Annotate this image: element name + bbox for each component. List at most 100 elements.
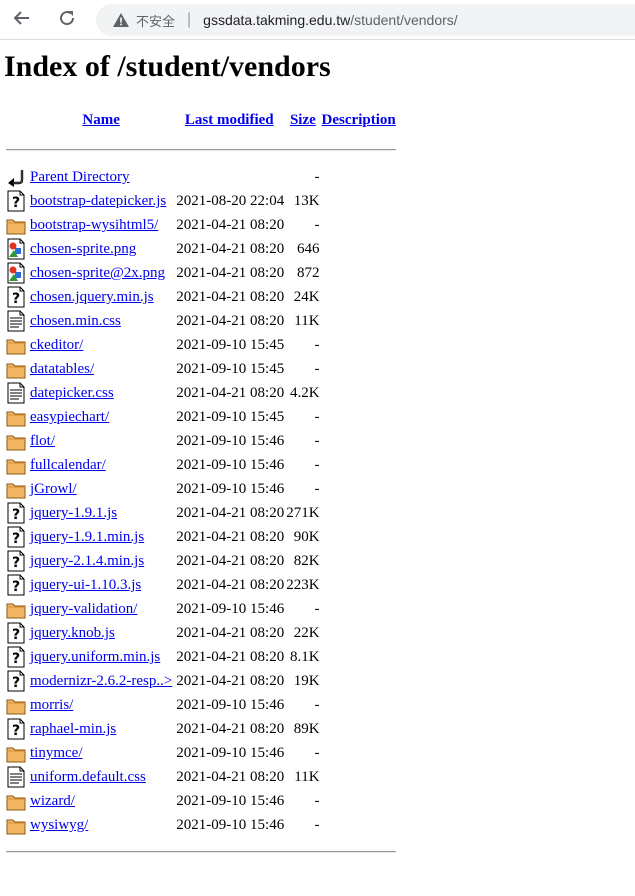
- row-description-cell: [322, 790, 396, 812]
- svg-text:?: ?: [12, 555, 20, 571]
- row-icon-cell: ?: [6, 622, 28, 644]
- table-row: jquery-validation/2021-09-10 15:46 -: [6, 598, 396, 620]
- row-size-cell: -: [314, 433, 320, 449]
- file-link[interactable]: modernizr-2.6.2-resp..>: [30, 673, 172, 689]
- row-name-cell: uniform.default.css: [30, 766, 172, 788]
- file-link[interactable]: jquery-1.9.1.js: [30, 505, 117, 521]
- file-link[interactable]: easypiechart/: [30, 409, 109, 425]
- row-icon-cell: ?: [6, 718, 28, 740]
- row-name-cell: flot/: [30, 430, 172, 452]
- parent-directory-link[interactable]: Parent Directory: [30, 169, 130, 185]
- file-link[interactable]: jquery-ui-1.10.3.js: [30, 577, 141, 593]
- row-description-cell: [322, 742, 396, 764]
- row-date-cell: 2021-04-21 08:20: [176, 721, 285, 737]
- file-link[interactable]: chosen.jquery.min.js: [30, 289, 154, 305]
- row-icon-cell: [6, 790, 28, 812]
- row-size-cell: 19K: [293, 673, 320, 689]
- row-name-cell: fullcalendar/: [30, 454, 172, 476]
- file-link[interactable]: jquery.uniform.min.js: [30, 649, 160, 665]
- reload-button[interactable]: [53, 6, 81, 34]
- row-icon-cell: ?: [6, 550, 28, 572]
- file-link[interactable]: chosen-sprite.png: [30, 241, 136, 257]
- row-description-cell: [322, 430, 396, 452]
- sort-by-description-link[interactable]: Description: [322, 112, 396, 128]
- text-file-icon: [6, 766, 28, 788]
- reload-icon: [57, 8, 77, 33]
- row-name-cell: chosen-sprite.png: [30, 238, 172, 260]
- file-link[interactable]: jquery-2.1.4.min.js: [30, 553, 144, 569]
- row-size-cell: -: [314, 337, 320, 353]
- file-link[interactable]: jquery.knob.js: [30, 625, 115, 641]
- row-size-cell: 89K: [293, 721, 320, 737]
- file-link[interactable]: bootstrap-wysihtml5/: [30, 217, 158, 233]
- icon-header: [6, 106, 28, 134]
- file-link[interactable]: datepicker.css: [30, 385, 114, 401]
- row-name-cell: jquery-2.1.4.min.js: [30, 550, 172, 572]
- table-row: ? chosen.jquery.min.js 2021-04-21 08:20 24K: [6, 286, 396, 308]
- row-name-cell: morris/: [30, 694, 172, 716]
- row-name-cell: chosen.min.css: [30, 310, 172, 332]
- text-file-icon: [6, 382, 28, 404]
- row-name-cell: easypiechart/: [30, 406, 172, 428]
- row-size-cell: -: [314, 169, 320, 185]
- back-button[interactable]: [8, 6, 36, 34]
- sort-by-size-link[interactable]: Size: [290, 112, 316, 128]
- row-date-cell: 2021-09-10 15:46: [176, 457, 285, 473]
- file-link[interactable]: datatables/: [30, 361, 94, 377]
- row-date-cell: 2021-04-21 08:20: [176, 289, 285, 305]
- table-row: flot/2021-09-10 15:46 -: [6, 430, 396, 452]
- table-row: ? modernizr-2.6.2-resp..> 2021-04-21 08:20…: [6, 670, 396, 692]
- row-size-cell: -: [314, 481, 320, 497]
- row-description-cell: [322, 262, 396, 284]
- sort-by-name-link[interactable]: Name: [82, 112, 120, 128]
- insecure-label[interactable]: 不安全: [136, 11, 175, 30]
- row-size-cell: -: [314, 601, 320, 617]
- table-row: chosen-sprite@2x.png 2021-04-21 08:20 872: [6, 262, 396, 284]
- row-icon-cell: [6, 598, 28, 620]
- row-description-cell: [322, 670, 396, 692]
- row-size-cell: 8.1K: [289, 649, 320, 665]
- file-link[interactable]: flot/: [30, 433, 55, 449]
- url-path: /student/vendors/: [350, 12, 458, 28]
- file-link[interactable]: wysiwyg/: [30, 817, 88, 833]
- file-link[interactable]: wizard/: [30, 793, 75, 809]
- row-name-cell: ckeditor/: [30, 334, 172, 356]
- file-link[interactable]: jGrowl/: [30, 481, 77, 497]
- row-description-cell: [322, 502, 396, 524]
- row-date-cell: 2021-04-21 08:20: [176, 529, 285, 545]
- row-name-cell: Parent Directory: [30, 166, 172, 188]
- row-icon-cell: ?: [6, 190, 28, 212]
- file-link[interactable]: morris/: [30, 697, 73, 713]
- row-date-cell: 2021-09-10 15:46: [176, 601, 285, 617]
- row-date-cell: 2021-04-21 08:20: [176, 625, 285, 641]
- file-link[interactable]: jquery-1.9.1.min.js: [30, 529, 144, 545]
- table-row: ? bootstrap-datepicker.js 2021-08-20 22:04…: [6, 190, 396, 212]
- file-link[interactable]: chosen.min.css: [30, 313, 121, 329]
- file-link[interactable]: uniform.default.css: [30, 769, 146, 785]
- row-icon-cell: [6, 358, 28, 380]
- file-link[interactable]: fullcalendar/: [30, 457, 106, 473]
- row-icon-cell: [6, 478, 28, 500]
- row-name-cell: jquery-1.9.1.js: [30, 502, 172, 524]
- row-size-cell: -: [314, 409, 320, 425]
- table-row: tinymce/2021-09-10 15:46 -: [6, 742, 396, 764]
- row-description-cell: [322, 190, 396, 212]
- row-size-cell: -: [314, 745, 320, 761]
- address-bar[interactable]: 不安全 | gssdata.takming.edu.tw/student/ven…: [96, 4, 635, 36]
- table-row: jGrowl/2021-09-10 15:46 -: [6, 478, 396, 500]
- file-link[interactable]: bootstrap-datepicker.js: [30, 193, 166, 209]
- file-link[interactable]: raphael-min.js: [30, 721, 116, 737]
- folder-icon: [6, 214, 28, 236]
- row-date-cell: [174, 166, 284, 188]
- file-link[interactable]: ckeditor/: [30, 337, 83, 353]
- file-link[interactable]: tinymce/: [30, 745, 83, 761]
- row-name-cell: jquery.knob.js: [30, 622, 172, 644]
- row-description-cell: [322, 574, 396, 596]
- file-link[interactable]: jquery-validation/: [30, 601, 137, 617]
- sort-by-last-modified-link[interactable]: Last modified: [185, 112, 274, 128]
- row-name-cell: raphael-min.js: [30, 718, 172, 740]
- file-link[interactable]: chosen-sprite@2x.png: [30, 265, 165, 281]
- warning-icon[interactable]: [112, 11, 130, 29]
- row-description-cell: [322, 622, 396, 644]
- url-separator: |: [187, 11, 192, 28]
